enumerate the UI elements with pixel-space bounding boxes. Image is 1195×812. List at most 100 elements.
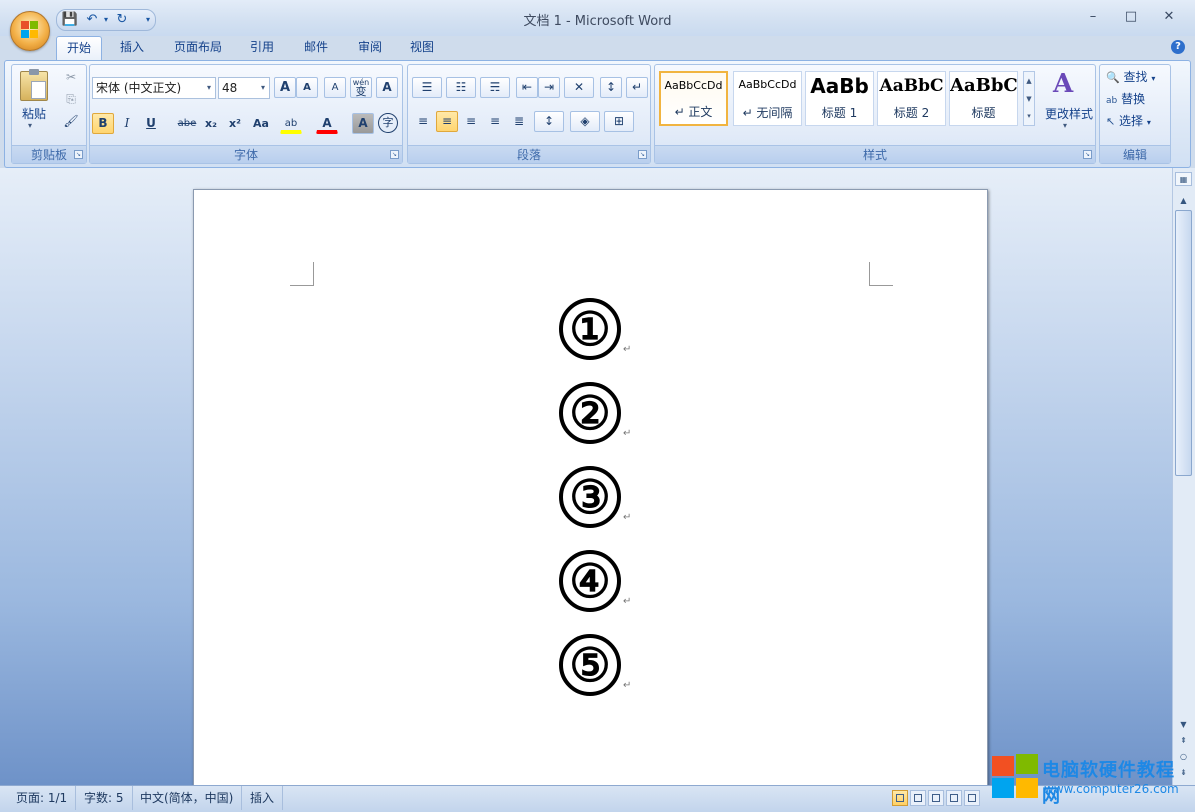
line-spacing-button[interactable]: ↕: [534, 111, 564, 132]
styles-scroll-down-icon[interactable]: ▼: [1024, 90, 1034, 108]
tab-view[interactable]: 视图: [400, 36, 444, 61]
styles-launcher-icon[interactable]: ↘: [1083, 150, 1092, 159]
highlight-button[interactable]: ab: [280, 113, 302, 134]
character-border-button[interactable]: A: [376, 77, 398, 98]
scroll-down-icon[interactable]: ▼: [1175, 718, 1192, 732]
underline-button[interactable]: U: [140, 113, 162, 134]
phonetic-guide-button[interactable]: wén 变: [350, 77, 372, 98]
tab-mailings[interactable]: 邮件: [292, 36, 340, 61]
office-button[interactable]: [10, 11, 50, 51]
save-icon[interactable]: 💾: [61, 12, 79, 28]
styles-more-icon[interactable]: ▾: [1024, 108, 1034, 124]
tab-home[interactable]: 开始: [56, 36, 102, 61]
select-button[interactable]: ↖ 选择 ▾: [1106, 111, 1151, 131]
print-layout-view-button[interactable]: [892, 790, 908, 806]
scrollbar-thumb[interactable]: [1175, 210, 1192, 476]
increase-indent-button[interactable]: ⇥: [538, 77, 560, 98]
clipboard-launcher-icon[interactable]: ↘: [74, 150, 83, 159]
font-name-combo[interactable]: 宋体 (中文正文) ▾: [92, 77, 216, 99]
paragraph-5[interactable]: ⑤ ↵: [194, 630, 989, 714]
align-center-button[interactable]: ≡: [436, 111, 458, 132]
font-color-button[interactable]: A: [316, 113, 338, 134]
multilevel-list-button[interactable]: ☴: [480, 77, 510, 98]
justify-button[interactable]: ≡: [484, 111, 506, 132]
tab-page-layout[interactable]: 页面布局: [162, 36, 234, 61]
customize-qat-icon[interactable]: ▾: [139, 12, 157, 28]
paste-button[interactable]: 粘贴: [16, 105, 52, 122]
grow-font-button[interactable]: A: [274, 77, 296, 98]
font-size-dropdown-icon[interactable]: ▾: [257, 78, 269, 98]
clear-formatting-button[interactable]: A: [324, 77, 346, 98]
distributed-button[interactable]: ≣: [508, 111, 530, 132]
language-indicator[interactable]: 中文(简体，中国): [132, 786, 243, 810]
styles-gallery-scroll[interactable]: ▲ ▼ ▾: [1023, 71, 1035, 126]
paragraph-mark-icon: ↵: [623, 428, 632, 439]
style-normal[interactable]: AaBbCcDd ↵ 正文: [659, 71, 728, 126]
decrease-indent-button[interactable]: ⇤: [516, 77, 538, 98]
replace-button[interactable]: ab 替换: [1106, 89, 1145, 109]
paragraph-3[interactable]: ③ ↵: [194, 462, 989, 546]
style-no-spacing[interactable]: AaBbCcDd ↵ 无间隔: [733, 71, 802, 126]
maximize-button[interactable]: □: [1113, 4, 1149, 30]
close-button[interactable]: ✕: [1151, 4, 1187, 30]
cut-icon[interactable]: ✂: [60, 67, 82, 88]
styles-scroll-up-icon[interactable]: ▲: [1024, 72, 1034, 90]
vertical-scrollbar[interactable]: ▦ ▲ ▼ ⇞ ○ ⇟: [1172, 168, 1195, 785]
ribbon-tabs: 开始 插入 页面布局 引用 邮件 审阅 视图: [56, 36, 1186, 61]
redo-icon[interactable]: ↻: [113, 12, 131, 28]
bold-button[interactable]: B: [92, 113, 114, 134]
paragraph-1[interactable]: ① ↵: [194, 294, 989, 378]
scroll-up-icon[interactable]: ▲: [1175, 194, 1192, 208]
font-name-dropdown-icon[interactable]: ▾: [203, 78, 215, 98]
style-title[interactable]: AaBbC 标题: [949, 71, 1018, 126]
tab-review[interactable]: 审阅: [346, 36, 394, 61]
align-right-button[interactable]: ≡: [460, 111, 482, 132]
find-button[interactable]: 🔍 查找 ▾: [1106, 67, 1155, 87]
change-styles-button[interactable]: A 更改样式 ▾: [1043, 69, 1093, 130]
align-left-button[interactable]: ≡: [412, 111, 434, 132]
style-heading-1-sample: AaBb: [810, 74, 869, 98]
change-styles-label: 更改样式: [1044, 107, 1093, 121]
enclose-characters-button[interactable]: 字: [378, 113, 398, 133]
outline-view-button[interactable]: [946, 790, 962, 806]
strikethrough-button[interactable]: abe: [174, 113, 200, 134]
tab-insert[interactable]: 插入: [108, 36, 156, 61]
italic-button[interactable]: I: [116, 113, 138, 134]
paragraph-2[interactable]: ② ↵: [194, 378, 989, 462]
sort-button[interactable]: ↕: [600, 77, 622, 98]
superscript-button[interactable]: x²: [224, 113, 246, 134]
font-launcher-icon[interactable]: ↘: [390, 150, 399, 159]
show-marks-button[interactable]: ↵: [626, 77, 648, 98]
subscript-button[interactable]: x₂: [200, 113, 222, 134]
numbering-button[interactable]: ☷: [446, 77, 476, 98]
previous-page-icon[interactable]: ⇞: [1175, 734, 1192, 748]
font-size-combo[interactable]: 48 ▾: [218, 77, 270, 99]
insert-mode-indicator[interactable]: 插入: [242, 786, 284, 810]
minimize-button[interactable]: –: [1075, 4, 1111, 30]
ruler-toggle-icon[interactable]: ▦: [1175, 172, 1192, 186]
paragraph-4[interactable]: ④ ↵: [194, 546, 989, 630]
change-case-button[interactable]: Aa: [248, 113, 274, 134]
bullets-button[interactable]: ☰: [412, 77, 442, 98]
shading-button[interactable]: ◈: [570, 111, 600, 132]
tab-references[interactable]: 引用: [240, 36, 284, 61]
word-count[interactable]: 字数: 5: [76, 786, 133, 810]
paragraph-launcher-icon[interactable]: ↘: [638, 150, 647, 159]
chinese-layout-button[interactable]: ✕: [564, 77, 594, 98]
full-screen-reading-view-button[interactable]: [910, 790, 926, 806]
shrink-font-button[interactable]: A: [296, 77, 318, 98]
page-count[interactable]: 页面: 1/1: [8, 786, 77, 810]
draft-view-button[interactable]: [964, 790, 980, 806]
character-shading-button[interactable]: A: [352, 113, 374, 134]
borders-button[interactable]: ⊞: [604, 111, 634, 132]
web-layout-view-button[interactable]: [928, 790, 944, 806]
style-heading-2[interactable]: AaBbC 标题 2: [877, 71, 946, 126]
format-painter-icon[interactable]: 🖌: [60, 111, 82, 132]
replace-icon: ab: [1106, 96, 1118, 106]
style-heading-1[interactable]: AaBb 标题 1: [805, 71, 874, 126]
paste-dropdown-icon[interactable]: ▾: [28, 121, 32, 130]
copy-icon[interactable]: ⎘: [60, 89, 82, 110]
paste-icon[interactable]: [20, 69, 48, 101]
document-page[interactable]: ① ↵ ② ↵ ③ ↵ ④ ↵ ⑤ ↵: [193, 189, 988, 789]
help-icon[interactable]: ?: [1171, 40, 1185, 54]
